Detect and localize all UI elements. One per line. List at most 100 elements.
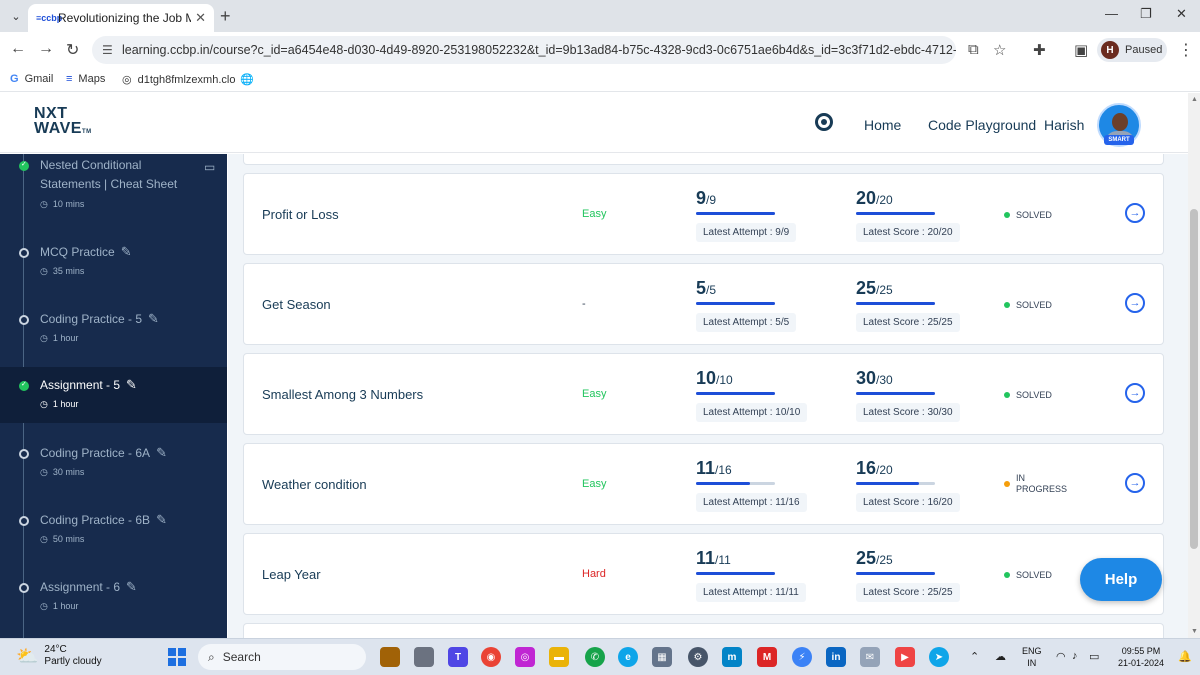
tab-close-icon[interactable]: ✕ (195, 10, 206, 26)
nav-code-playground[interactable]: Code Playground (928, 117, 1036, 133)
app-icon[interactable]: ⚡ (792, 647, 812, 667)
nav-home[interactable]: Home (864, 117, 901, 133)
profile-button[interactable]: H Paused (1097, 38, 1167, 62)
language-indicator[interactable]: ENG IN (1022, 645, 1042, 669)
weather-widget[interactable]: ⛅ 24°C Partly cloudy (16, 644, 102, 668)
notification-bell-icon[interactable]: 🔔 (1178, 650, 1192, 663)
question-card[interactable]: Leap Year Hard 11/11 Latest Attempt : 11… (243, 533, 1164, 615)
new-tab-plus-icon[interactable]: + (220, 6, 231, 27)
close-window-icon[interactable]: ✕ (1176, 6, 1187, 22)
battery-icon[interactable]: ▭ (1089, 650, 1099, 663)
minimize-icon[interactable]: — (1105, 6, 1118, 21)
attempt-stat: 5/5 Latest Attempt : 5/5 (696, 278, 816, 332)
latest-score-chip: Latest Score : 16/20 (856, 493, 960, 512)
linkedin-icon[interactable]: in (826, 647, 846, 667)
tray-chevron-up-icon[interactable]: ⌃ (970, 650, 979, 663)
site-info-icon[interactable]: ☰ (102, 43, 113, 57)
question-list: Profit or Loss Easy 9/9 Latest Attempt :… (228, 154, 1188, 638)
sidebar-item-label: Nested Conditional Statements | Cheat Sh… (40, 158, 178, 191)
video-icon[interactable]: ▶ (895, 647, 915, 667)
browser-tab-bar: ⌄ ≡ccbp Revolutionizing the Job Market ✕… (0, 0, 1200, 32)
wifi-icon[interactable]: ◠ (1056, 650, 1066, 663)
cheat-sheet-icon[interactable]: ▭ (204, 160, 215, 174)
system-clock[interactable]: 09:55 PM 21-01-2024 (1118, 645, 1164, 669)
latest-attempt-chip: Latest Attempt : 9/9 (696, 223, 797, 242)
scroll-thumb[interactable] (1190, 209, 1198, 549)
bookmark-maps[interactable]: ≡ Maps (66, 73, 105, 85)
browser-tab[interactable]: ≡ccbp Revolutionizing the Job Market ✕ (28, 4, 214, 32)
smart-badge: SMART (1104, 135, 1134, 145)
bookmark-cloudfront[interactable]: ◎ d1tgh8fmlzexmh.clo (122, 73, 235, 87)
score-stat: 25/25 Latest Score : 25/25 (856, 548, 976, 602)
taskbar-search[interactable]: ⌕ Search (198, 644, 366, 670)
volume-icon[interactable]: ♪ (1072, 650, 1078, 662)
bookmark-star-icon[interactable]: ☆ (993, 41, 1006, 59)
user-name[interactable]: Harish (1044, 117, 1084, 133)
question-card[interactable]: Smallest Among 3 Numbers Easy 10/10 Late… (243, 353, 1164, 435)
question-card[interactable]: Weather condition Easy 11/16 Latest Atte… (243, 443, 1164, 525)
file-explorer-icon[interactable]: ▬ (549, 647, 569, 667)
back-arrow-icon[interactable]: ← (10, 40, 26, 58)
sidebar-item-assignment-6[interactable]: Assignment - 6 ✎ ◷ 1 hour (0, 569, 227, 625)
forward-arrow-icon[interactable]: → (38, 40, 54, 58)
instagram-icon[interactable]: ◎ (515, 647, 535, 667)
temperature: 24°C (44, 644, 67, 655)
settings-gear-icon[interactable]: ⚙ (688, 647, 708, 667)
sidebar-item-mcq-practice[interactable]: MCQ Practice ✎ ◷ 35 mins (0, 234, 227, 290)
help-button[interactable]: Help (1080, 558, 1162, 601)
question-card[interactable]: Profit or Loss Easy 9/9 Latest Attempt :… (243, 173, 1164, 255)
open-question-arrow-icon[interactable]: → (1125, 203, 1145, 223)
onedrive-cloud-icon[interactable]: ☁ (995, 650, 1006, 663)
stopwatch-icon[interactable] (815, 113, 833, 131)
task-view-icon[interactable] (414, 647, 434, 667)
reload-icon[interactable]: ↻ (66, 40, 79, 60)
extensions-icon[interactable]: ✚ (1033, 41, 1046, 59)
sidebar-item-coding-practice-6b[interactable]: Coding Practice - 6B ✎ ◷ 50 mins (0, 502, 227, 558)
question-title: Get Season (262, 297, 331, 312)
open-question-arrow-icon[interactable]: → (1125, 383, 1145, 403)
attempt-total: /9 (706, 193, 717, 207)
address-bar[interactable]: ☰ learning.ccbp.in/course?c_id=a6454e48-… (92, 36, 956, 64)
whatsapp-icon[interactable]: ✆ (585, 647, 605, 667)
difficulty-label: Easy (582, 478, 607, 490)
windows-start-icon[interactable] (168, 648, 186, 666)
side-panel-icon[interactable]: ▣ (1074, 41, 1088, 59)
maps-icon: ≡ (66, 73, 73, 85)
bookmark-globe[interactable]: 🌐 (240, 73, 260, 86)
tab-search-chevron-icon[interactable]: ⌄ (6, 6, 26, 26)
sidebar-item-coding-practice-5[interactable]: Coding Practice - 5 ✎ ◷ 1 hour (0, 301, 227, 357)
telegram-icon[interactable]: ➤ (929, 647, 949, 667)
edge-icon[interactable]: e (618, 647, 638, 667)
score-total: /25 (876, 553, 893, 567)
open-question-arrow-icon[interactable]: → (1125, 473, 1145, 493)
course-sidebar: Nested Conditional Statements | Cheat Sh… (0, 154, 227, 638)
attempt-progress-fill (696, 212, 775, 215)
page-scrollbar[interactable]: ▲ ▼ (1188, 93, 1200, 638)
clock-icon: ◷ (40, 467, 48, 477)
scroll-down-arrow-icon[interactable]: ▼ (1191, 628, 1198, 635)
mcafee-icon[interactable]: M (757, 647, 777, 667)
logo-tm: TM (81, 129, 92, 135)
mail-icon[interactable]: ✉ (860, 647, 880, 667)
latest-score-chip: Latest Score : 25/25 (856, 313, 960, 332)
chrome-icon[interactable]: ◉ (481, 647, 501, 667)
sidebar-item-assignment-5[interactable]: Assignment - 5✎ ◷1 hour (0, 367, 227, 423)
sidebar-item-coding-practice-6a[interactable]: Coding Practice - 6A ✎ ◷ 30 mins (0, 435, 227, 491)
teams-icon[interactable]: T (448, 647, 468, 667)
bookmark-gmail[interactable]: G Gmail (10, 73, 53, 85)
app-icon[interactable]: m (722, 647, 742, 667)
question-card[interactable]: Get Season - 5/5 Latest Attempt : 5/5 25… (243, 263, 1164, 345)
sidebar-item-cheat-sheet[interactable]: Nested Conditional Statements | Cheat Sh… (0, 154, 227, 221)
attempt-total: /5 (706, 283, 717, 297)
maximize-icon[interactable]: ❐ (1140, 6, 1152, 22)
question-title: Smallest Among 3 Numbers (262, 387, 424, 402)
browser-menu-icon[interactable]: ⋮ (1178, 40, 1194, 60)
scroll-up-arrow-icon[interactable]: ▲ (1191, 96, 1198, 103)
store-icon[interactable]: ▦ (652, 647, 672, 667)
open-question-arrow-icon[interactable]: → (1125, 293, 1145, 313)
nxtwave-logo[interactable]: NXT WAVETM (34, 106, 92, 140)
install-app-icon[interactable]: ⧉ (968, 41, 979, 58)
taskbar-app-icon[interactable] (380, 647, 400, 667)
pencil-icon: ✎ (156, 512, 167, 527)
pending-circle-icon (19, 583, 29, 593)
